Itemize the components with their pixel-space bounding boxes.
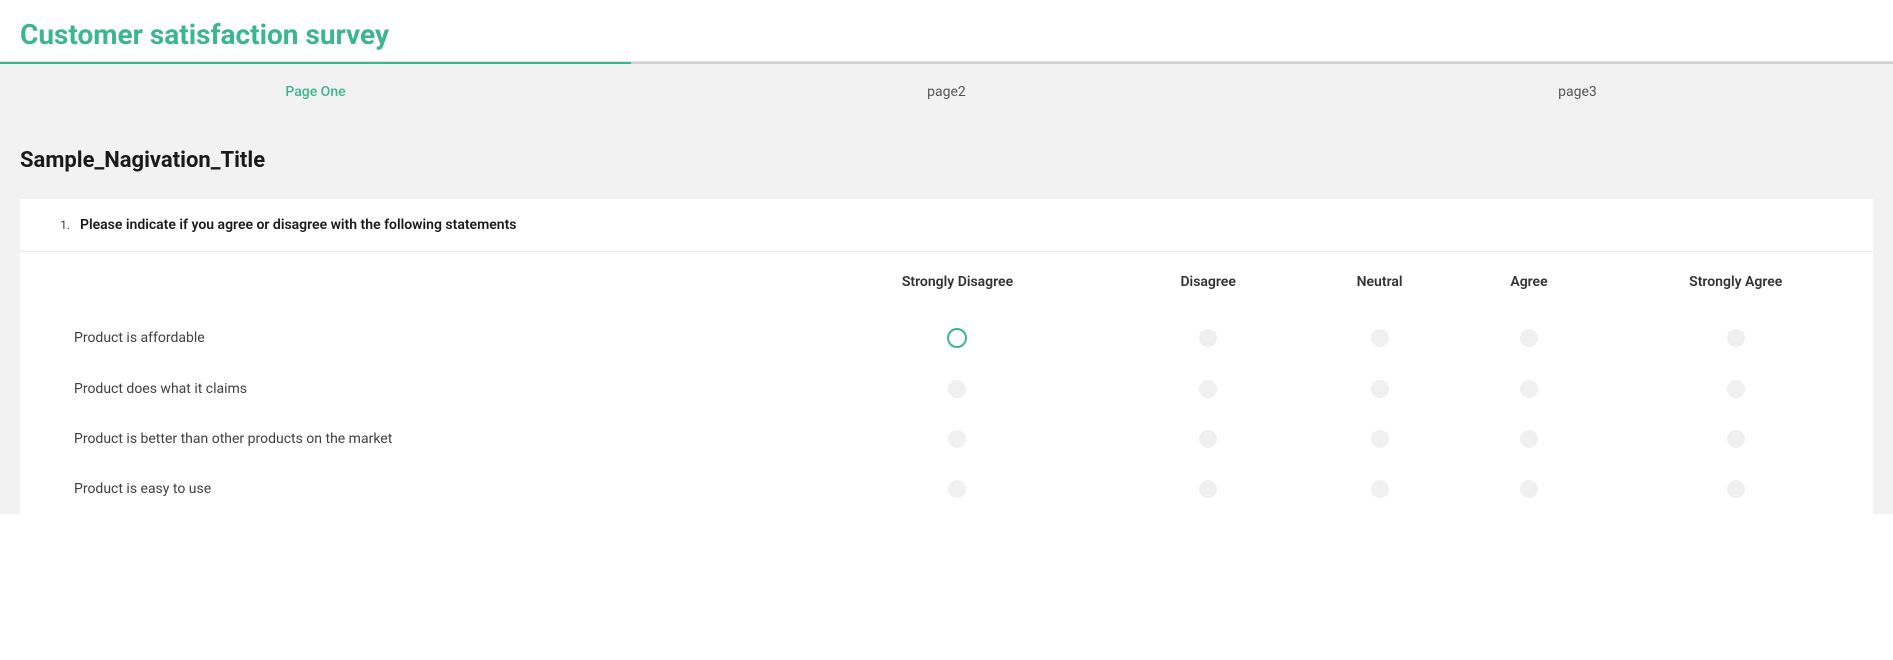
matrix-col-header: Neutral bbox=[1300, 252, 1460, 312]
matrix-row: Product does what it claims bbox=[20, 364, 1873, 414]
matrix-header-row: Strongly Disagree Disagree Neutral Agree… bbox=[20, 252, 1873, 312]
matrix-row-label: Product does what it claims bbox=[20, 364, 798, 414]
question-header: 1. Please indicate if you agree or disag… bbox=[20, 199, 1873, 252]
radio-option[interactable] bbox=[948, 480, 966, 498]
page-nav-item-3[interactable]: page3 bbox=[1262, 64, 1893, 118]
radio-option[interactable] bbox=[1199, 380, 1217, 398]
matrix-table: Strongly Disagree Disagree Neutral Agree… bbox=[20, 252, 1873, 514]
matrix-header-empty bbox=[20, 252, 798, 312]
matrix-col-header: Strongly Disagree bbox=[798, 252, 1116, 312]
matrix-row-label: Product is affordable bbox=[20, 312, 798, 364]
radio-option[interactable] bbox=[948, 380, 966, 398]
matrix-col-header: Disagree bbox=[1117, 252, 1300, 312]
radio-option[interactable] bbox=[1371, 480, 1389, 498]
question-text: Please indicate if you agree or disagree… bbox=[80, 217, 517, 233]
radio-option[interactable] bbox=[947, 328, 967, 348]
radio-option[interactable] bbox=[1520, 329, 1538, 347]
radio-option[interactable] bbox=[1199, 329, 1217, 347]
radio-option[interactable] bbox=[1727, 380, 1745, 398]
radio-option[interactable] bbox=[1199, 430, 1217, 448]
content-area: Sample_Nagivation_Title 1. Please indica… bbox=[0, 118, 1893, 514]
matrix-row-label: Product is easy to use bbox=[20, 464, 798, 514]
page-nav-item-2[interactable]: page2 bbox=[631, 64, 1262, 118]
radio-option[interactable] bbox=[1727, 480, 1745, 498]
matrix-row: Product is easy to use bbox=[20, 464, 1873, 514]
page-title: Sample_Nagivation_Title bbox=[20, 148, 1873, 173]
matrix-row: Product is affordable bbox=[20, 312, 1873, 364]
page-nav-item-1[interactable]: Page One bbox=[0, 64, 631, 118]
radio-option[interactable] bbox=[948, 430, 966, 448]
matrix-row: Product is better than other products on… bbox=[20, 414, 1873, 464]
radio-option[interactable] bbox=[1199, 480, 1217, 498]
radio-option[interactable] bbox=[1520, 380, 1538, 398]
matrix-col-header: Agree bbox=[1460, 252, 1599, 312]
radio-option[interactable] bbox=[1520, 430, 1538, 448]
question-card: 1. Please indicate if you agree or disag… bbox=[20, 199, 1873, 514]
radio-option[interactable] bbox=[1371, 430, 1389, 448]
survey-header: Customer satisfaction survey bbox=[0, 0, 1893, 61]
radio-option[interactable] bbox=[1520, 480, 1538, 498]
page-navigation: Page One page2 page3 bbox=[0, 64, 1893, 118]
matrix-col-header: Strongly Agree bbox=[1598, 252, 1873, 312]
radio-option[interactable] bbox=[1727, 430, 1745, 448]
survey-title: Customer satisfaction survey bbox=[20, 18, 1873, 51]
radio-option[interactable] bbox=[1371, 329, 1389, 347]
question-number: 1. bbox=[56, 218, 70, 232]
radio-option[interactable] bbox=[1727, 329, 1745, 347]
radio-option[interactable] bbox=[1371, 380, 1389, 398]
matrix-row-label: Product is better than other products on… bbox=[20, 414, 798, 464]
